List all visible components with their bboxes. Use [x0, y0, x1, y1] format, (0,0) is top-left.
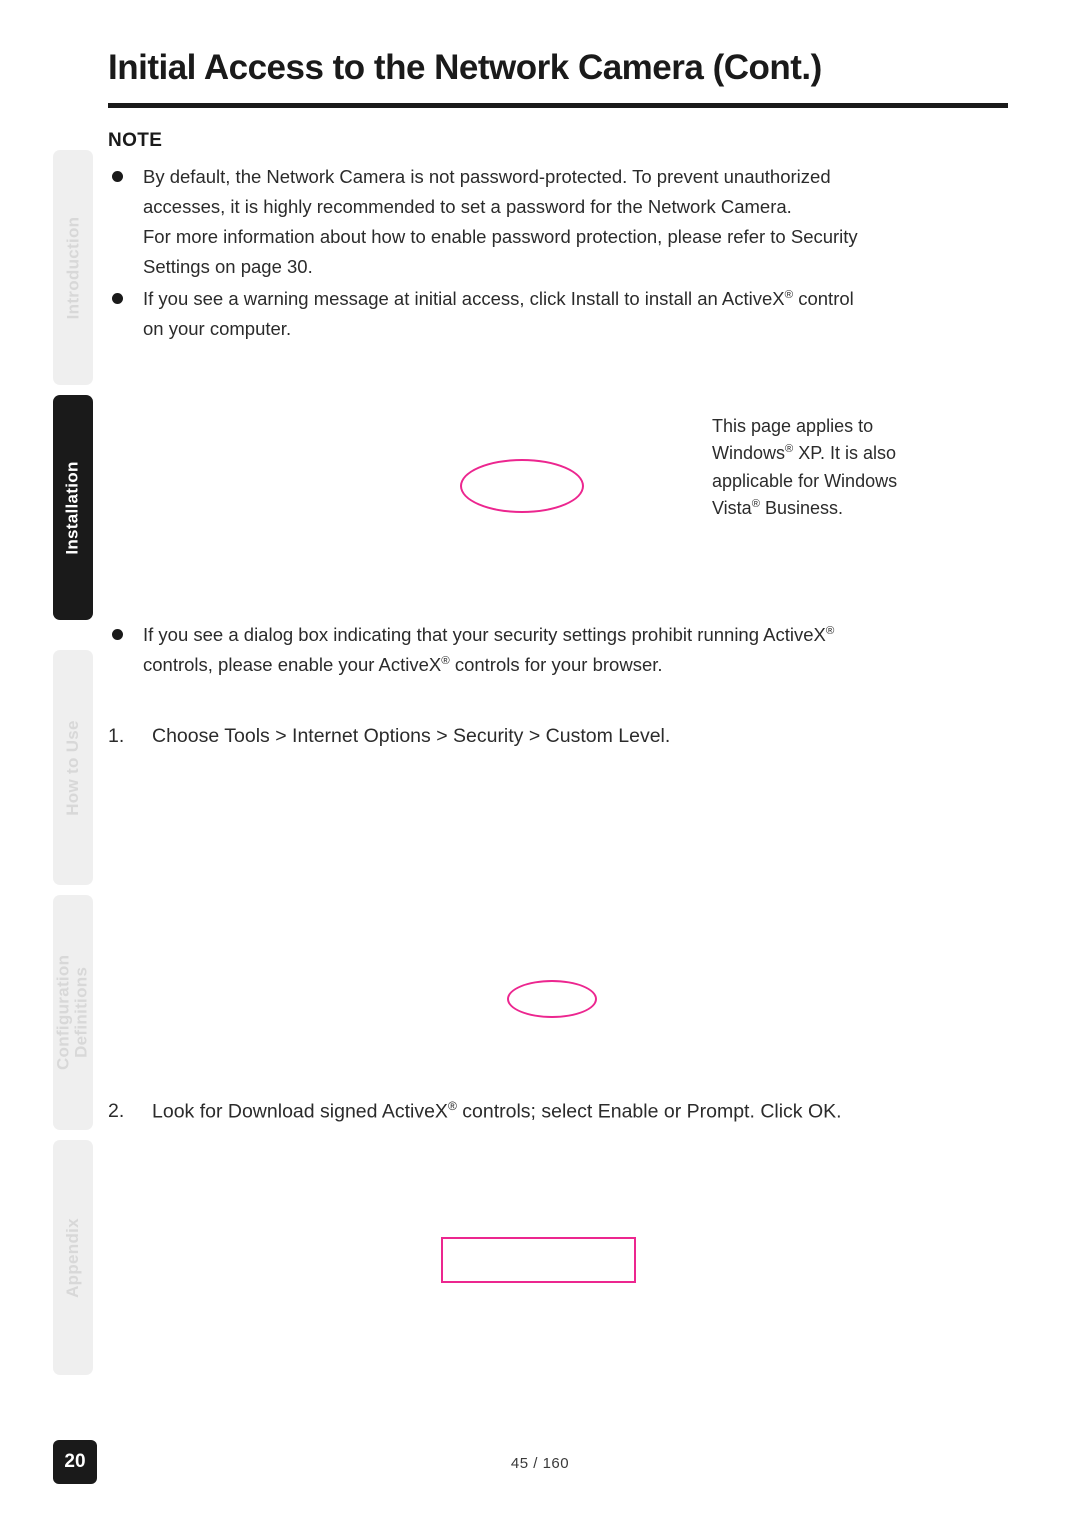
bullet-dot-icon	[112, 292, 123, 304]
note-bullet-2: If you see a warning message at initial …	[108, 284, 1008, 344]
note-bullet-2-line-2: on your computer.	[143, 317, 292, 339]
sidebar-item-installation[interactable]: Installation	[53, 395, 93, 620]
bullet-dot-icon	[112, 171, 123, 182]
side-note-line-1: This page applies to	[712, 416, 874, 436]
registered-mark-icon: ®	[441, 654, 450, 667]
note-bullet-2-line-1-post: control	[793, 287, 854, 309]
activex-note-section: If you see a dialog box indicating that …	[108, 620, 1008, 682]
annotation-rectangle-bottom	[441, 1237, 636, 1283]
activex-bullet-line-1: If you see a dialog box indicating that …	[143, 624, 826, 645]
sidebar-item-sublabel: Definitions	[72, 966, 92, 1059]
note-bullet-1-line-1: By default, the Network Camera is not pa…	[143, 166, 831, 187]
note-bullet-1-line-4: Settings on page 30.	[143, 255, 313, 277]
bullet-dot-icon	[112, 629, 123, 640]
step-2-number: 2.	[108, 1100, 125, 1123]
step-1-number: 1.	[108, 725, 125, 747]
sidebar-item-configuration-definitions[interactable]: Configuration Definitions	[53, 895, 93, 1130]
registered-mark-icon: ®	[784, 288, 794, 301]
step-1-text: Choose Tools > Internet Options > Securi…	[152, 725, 671, 747]
activex-bullet-line-2-pre: controls, please enable your ActiveX	[143, 653, 442, 675]
side-note-line-4-post: Business.	[759, 498, 843, 519]
sidebar-item-label: Configuration	[53, 954, 73, 1071]
registered-mark-icon: ®	[447, 1099, 457, 1113]
side-note-line-4-pre: Vista	[712, 498, 752, 519]
note-section: NOTE By default, the Network Camera is n…	[108, 130, 1008, 346]
side-note-line-3: applicable for Windows	[712, 470, 898, 491]
sidebar-item-label: Appendix	[63, 1217, 83, 1298]
sidebar-item-label: Installation	[63, 460, 82, 555]
page-title: Initial Access to the Network Camera (Co…	[108, 48, 822, 87]
note-bullet-2-line-1-pre: If you see a warning message at initial …	[143, 287, 785, 309]
step-2: 2. Look for Download signed ActiveX® cont…	[108, 1097, 842, 1127]
step-2-text-post: controls; select Enable or Prompt. Click…	[456, 1100, 842, 1123]
sidebar-item-how-to-use[interactable]: How to Use	[53, 650, 93, 885]
side-tab-navigation: Introduction Installation How to Use Con…	[53, 150, 93, 1400]
sidebar-item-appendix[interactable]: Appendix	[53, 1140, 93, 1375]
note-bullet-1: By default, the Network Camera is not pa…	[108, 162, 1008, 282]
activex-bullet: If you see a dialog box indicating that …	[108, 620, 1008, 680]
annotation-ellipse-middle	[507, 980, 597, 1018]
registered-mark-icon: ®	[751, 498, 760, 511]
step-2-text-pre: Look for Download signed ActiveX	[152, 1100, 448, 1123]
side-note-line-2-post: XP. It is also	[793, 443, 896, 464]
note-bullet-1-line-3: For more information about how to enable…	[143, 225, 858, 247]
footer-page-indicator: 45 / 160	[510, 1455, 570, 1472]
sidebar-item-introduction[interactable]: Introduction	[53, 150, 93, 385]
sidebar-item-label: How to Use	[63, 719, 82, 816]
sidebar-item-label: Introduction	[63, 216, 82, 319]
annotation-ellipse-top	[460, 459, 584, 513]
note-bullet-1-line-2: accesses, it is highly recommended to se…	[143, 195, 792, 217]
sidebar-item-label-group: Configuration Definitions	[53, 954, 92, 1071]
title-divider	[108, 103, 1008, 108]
side-note-windows-applicability: This page applies to Windows ® XP. It is …	[712, 413, 977, 522]
note-heading: NOTE	[108, 130, 163, 151]
side-note-line-2-pre: Windows	[712, 443, 786, 464]
registered-mark-icon: ®	[825, 624, 835, 637]
step-1: 1. Choose Tools > Internet Options > Secu…	[108, 722, 670, 751]
activex-bullet-line-2-post: controls for your browser.	[449, 653, 663, 675]
